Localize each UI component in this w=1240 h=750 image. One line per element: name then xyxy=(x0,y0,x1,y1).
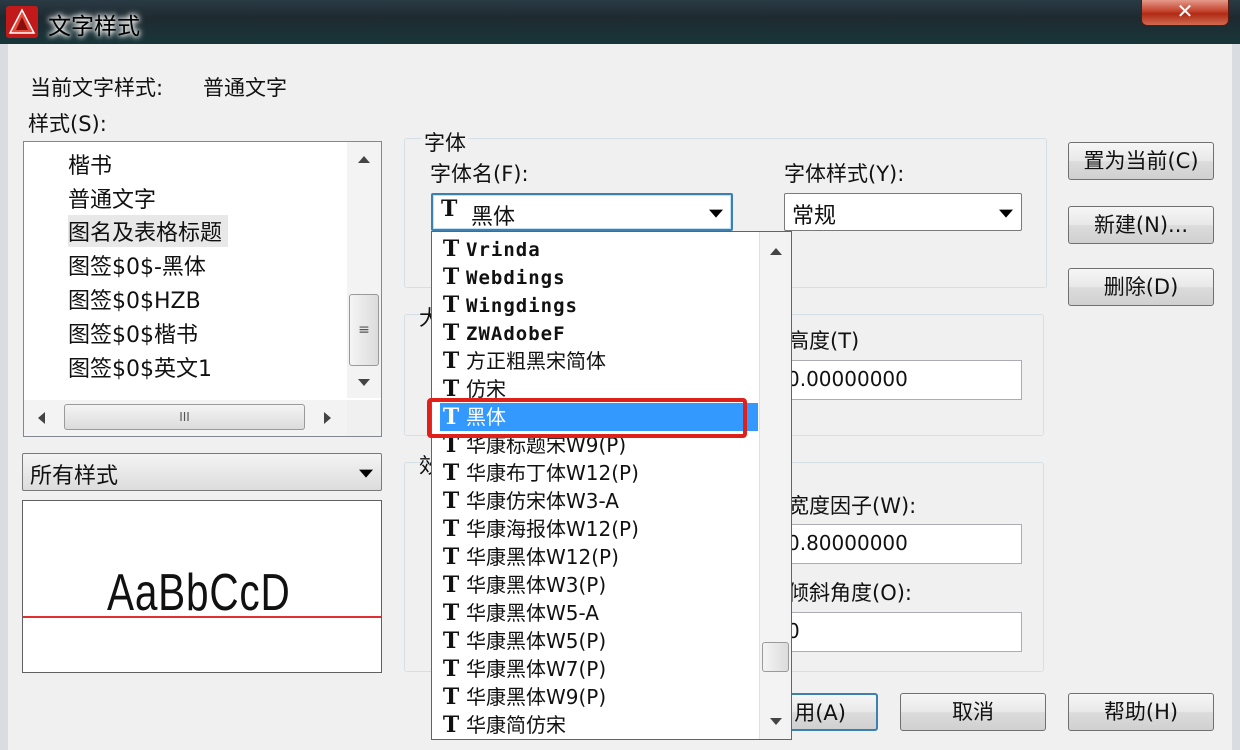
style-item[interactable]: 图签$0$楷书 xyxy=(68,317,198,349)
style-list-hscrollbar[interactable]: III xyxy=(24,400,347,436)
font-option[interactable]: T 华康黑体W7(P) xyxy=(440,655,758,683)
truetype-icon: T xyxy=(442,292,460,318)
delete-button[interactable]: 删除(D) xyxy=(1068,268,1214,306)
truetype-icon: T xyxy=(442,516,460,542)
styles-label: 样式(S): xyxy=(28,112,107,136)
font-style-value: 常规 xyxy=(792,204,837,229)
new-button[interactable]: 新建(N)... xyxy=(1068,206,1214,244)
autocad-app-icon xyxy=(6,6,38,38)
vscroll-thumb[interactable]: ≡ xyxy=(349,294,379,366)
font-option[interactable]: T 华康黑体W12(P) xyxy=(440,543,758,571)
cancel-button[interactable]: 取消 xyxy=(900,693,1046,731)
style-list-vscrollbar[interactable]: ≡ xyxy=(347,142,381,398)
font-option[interactable]: T 华康黑体W9(P) xyxy=(440,683,758,711)
chevron-down-icon[interactable] xyxy=(709,209,723,218)
style-item[interactable]: 图签$0$英文1 xyxy=(68,351,212,383)
font-option[interactable]: T Wingdings xyxy=(440,291,758,319)
current-style-value: 普通文字 xyxy=(203,76,287,100)
title-bar: 文字样式 ✕ xyxy=(0,0,1240,44)
scroll-down-icon[interactable] xyxy=(770,718,782,725)
truetype-icon: T xyxy=(442,628,460,654)
style-item[interactable]: 普通文字 xyxy=(68,182,156,214)
font-style-label: 字体样式(Y): xyxy=(784,162,905,186)
truetype-icon: T xyxy=(442,320,460,346)
style-item[interactable]: 图签$0$-黑体 xyxy=(68,249,206,281)
scroll-right-icon[interactable] xyxy=(324,412,331,424)
truetype-icon: T xyxy=(442,544,460,570)
font-name-label: 字体名(F): xyxy=(430,162,529,186)
font-option[interactable]: T 华康海报体W12(P) xyxy=(440,515,758,543)
font-dropdown-scrollbar[interactable] xyxy=(759,232,791,739)
scroll-down-icon[interactable] xyxy=(358,379,370,386)
font-option[interactable]: T 华康黑体W5(P) xyxy=(440,627,758,655)
truetype-icon: T xyxy=(441,196,458,222)
style-item[interactable]: 图签$0$HZB xyxy=(68,283,201,315)
font-group-label: 字体 xyxy=(422,127,468,157)
truetype-icon: T xyxy=(442,460,460,486)
font-option[interactable]: T ZWAdobeF xyxy=(440,319,758,347)
close-button[interactable]: ✕ xyxy=(1141,0,1229,26)
style-filter-value: 所有样式 xyxy=(30,464,119,489)
truetype-icon: T xyxy=(442,684,460,710)
oblique-angle-label: 倾斜角度(O): xyxy=(788,581,912,605)
style-item[interactable]: 楷书 xyxy=(68,148,112,180)
height-label: 高度(T) xyxy=(788,329,860,353)
truetype-icon: T xyxy=(442,236,460,262)
height-input[interactable]: 0.00000000 xyxy=(784,360,1022,400)
set-current-button[interactable]: 置为当前(C) xyxy=(1068,142,1214,180)
preview-text: AaBbCcD xyxy=(107,564,291,622)
font-option[interactable]: T 华康布丁体W12(P) xyxy=(440,459,758,487)
scroll-up-icon[interactable] xyxy=(770,248,782,255)
style-list[interactable]: 楷书 普通文字 图名及表格标题 图签$0$-黑体 图签$0$HZB 图签$0$楷… xyxy=(23,141,382,437)
font-dropdown-list[interactable]: T Vrinda T Webdings T Wingdings T ZWAdobeF T… xyxy=(431,231,792,740)
truetype-icon: T xyxy=(442,348,460,374)
truetype-icon: T xyxy=(442,572,460,598)
chevron-down-icon[interactable] xyxy=(359,469,373,478)
style-item-selected[interactable]: 图名及表格标题 xyxy=(68,215,229,247)
preview-box: AaBbCcD xyxy=(22,500,382,673)
window-frame-left xyxy=(0,44,8,750)
hscroll-thumb[interactable]: III xyxy=(64,404,305,430)
font-option[interactable]: T Webdings xyxy=(440,263,758,291)
font-name-value: 黑体 xyxy=(471,205,516,230)
truetype-icon: T xyxy=(442,488,460,514)
font-option[interactable]: T 华康仿宋体W3-A xyxy=(440,487,758,515)
window-frame-right xyxy=(1232,44,1240,750)
truetype-icon: T xyxy=(442,600,460,626)
truetype-icon: T xyxy=(442,264,460,290)
font-name-select[interactable]: T 黑体 xyxy=(431,193,733,231)
current-style-label: 当前文字样式: xyxy=(30,76,164,100)
font-option[interactable]: T 方正粗黑宋简体 xyxy=(440,347,758,375)
width-factor-label: 宽度因子(W): xyxy=(788,494,917,518)
font-style-select[interactable]: 常规 xyxy=(784,193,1022,231)
font-option[interactable]: T 华康简仿宋 xyxy=(440,711,758,739)
scrollbar-corner xyxy=(347,400,381,436)
chevron-down-icon[interactable] xyxy=(999,209,1013,218)
truetype-icon: T xyxy=(442,712,460,738)
style-filter-select[interactable]: 所有样式 xyxy=(22,453,382,491)
font-option[interactable]: T 华康黑体W5-A xyxy=(440,599,758,627)
font-option[interactable]: T Vrinda xyxy=(440,235,758,263)
window-title: 文字样式 xyxy=(48,14,140,40)
highlight-annotation-box xyxy=(427,398,747,438)
font-option[interactable]: T 华康黑体W3(P) xyxy=(440,571,758,599)
help-button[interactable]: 帮助(H) xyxy=(1068,693,1214,731)
scroll-up-icon[interactable] xyxy=(358,156,370,163)
truetype-icon: T xyxy=(442,656,460,682)
scroll-left-icon[interactable] xyxy=(38,412,45,424)
width-factor-input[interactable]: 0.80000000 xyxy=(784,524,1022,564)
oblique-angle-input[interactable]: 0 xyxy=(784,612,1022,652)
dropdown-scroll-thumb[interactable] xyxy=(762,642,789,672)
